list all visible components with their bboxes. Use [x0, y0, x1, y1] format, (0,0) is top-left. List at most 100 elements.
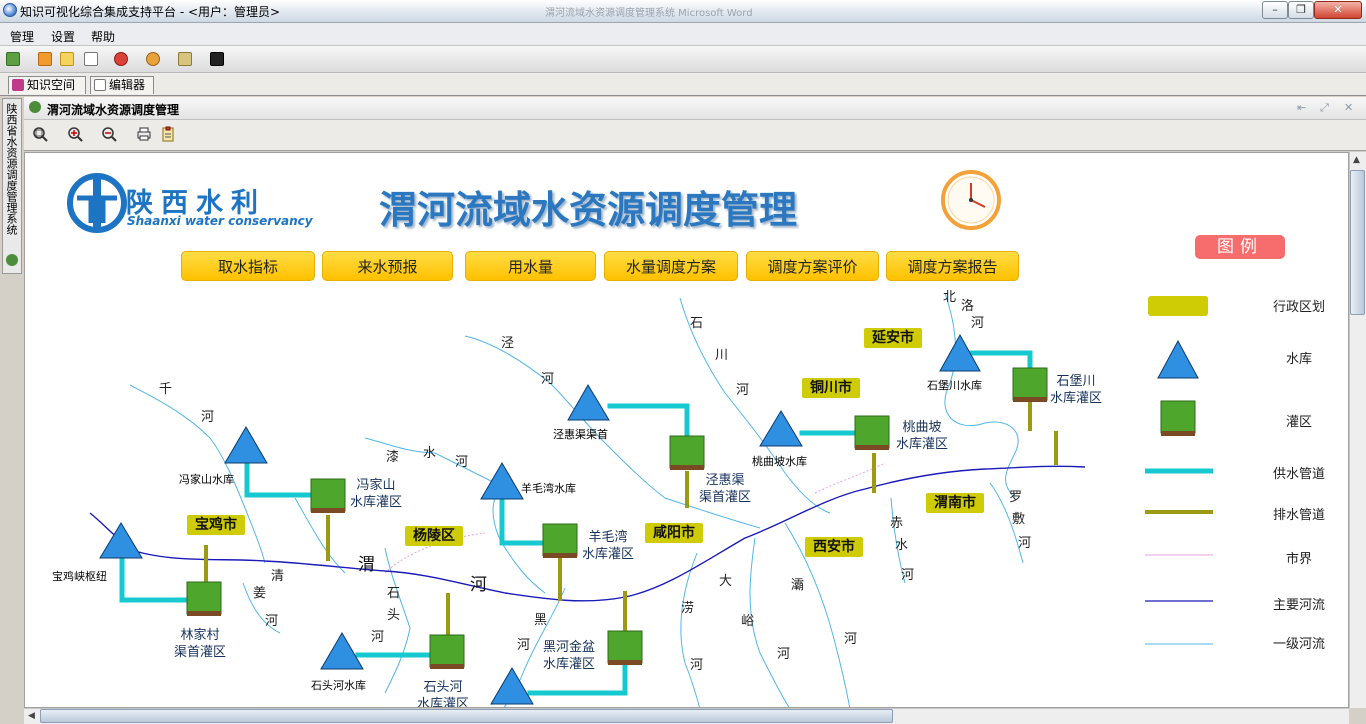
legend-irrigation-swatch	[1160, 400, 1196, 436]
scroll-up-icon[interactable]: ▲	[1353, 155, 1360, 165]
zoom-in-icon[interactable]	[67, 126, 83, 142]
tab-strip	[0, 73, 1366, 96]
legend-label: 灌区	[1286, 415, 1313, 430]
river-label-char: 泾	[501, 336, 515, 351]
nav-intake-quota-button[interactable]: 取水指标	[181, 251, 315, 281]
tab-label: 知识空间	[27, 78, 76, 92]
reservoir-yangmaowan	[480, 462, 524, 500]
nav-inflow-forecast-button[interactable]: 来水预报	[322, 251, 453, 281]
irrigation-jinghuiqu	[669, 435, 705, 470]
legend-label: 一级河流	[1273, 637, 1326, 652]
irrigation-label: 石头河 水库灌区	[417, 680, 470, 708]
irrigation-label: 羊毛湾 水库灌区	[582, 530, 635, 562]
lao-river-line	[680, 552, 700, 707]
menu-settings[interactable]: 设置	[51, 28, 75, 45]
vertical-scroll-thumb[interactable]	[1350, 170, 1365, 315]
main-toolbar	[0, 46, 1366, 73]
river-label-char: 水	[423, 446, 437, 461]
reservoir-label: 冯家山水库	[179, 473, 234, 486]
river-label-char: 河	[541, 372, 555, 387]
irrigation-taoqupo	[854, 415, 890, 450]
river-label-char: 河	[470, 575, 487, 595]
irrigation-label: 桃曲坡 水库灌区	[896, 420, 949, 452]
knowledge-icon	[12, 79, 24, 91]
region-tongchuan[interactable]: 铜川市	[802, 378, 860, 398]
region-yangling[interactable]: 杨陵区	[405, 526, 463, 546]
legend-title: 图例	[1195, 235, 1285, 259]
nav-dispatch-plan-button[interactable]: 水量调度方案	[604, 251, 738, 281]
river-label-char: 峪	[741, 614, 755, 629]
exit-icon[interactable]	[6, 52, 20, 66]
legend-label: 供水管道	[1273, 467, 1326, 482]
user-icon[interactable]	[146, 52, 160, 66]
irrigation-label: 石堡川 水库灌区	[1050, 374, 1103, 406]
legend-label: 行政区划	[1273, 300, 1326, 315]
print-icon[interactable]	[136, 126, 152, 142]
river-label-char: 头	[387, 608, 401, 623]
reservoir-label: 石堡川水库	[927, 379, 982, 392]
irrigation-yangmaowan	[542, 523, 578, 558]
nav-plan-report-button[interactable]: 调度方案报告	[886, 251, 1019, 281]
supply-pipe	[119, 558, 191, 603]
region-xian[interactable]: 西安市	[805, 537, 863, 557]
minimize-button[interactable]: –	[1262, 1, 1288, 19]
river-label-char: 河	[901, 568, 915, 583]
camera-icon[interactable]	[210, 52, 224, 66]
close-panel-icon[interactable]: ✕	[1344, 101, 1353, 114]
tab-editor[interactable]: 编辑器	[90, 76, 154, 94]
zoom-fit-icon[interactable]	[32, 126, 48, 142]
panel-header	[24, 97, 1366, 120]
panel-toolbar	[24, 120, 1366, 151]
irrigation-label: 泾惠渠 渠首灌区	[699, 473, 752, 505]
river-label-char: 水	[895, 538, 909, 553]
river-label-char: 石	[690, 316, 704, 331]
menu-bar	[0, 23, 1366, 46]
irrigation-shibaochuan	[1012, 367, 1048, 402]
scroll-left-icon[interactable]: ◀	[28, 711, 35, 721]
clipboard-icon[interactable]	[160, 126, 176, 142]
menu-manage[interactable]: 管理	[10, 28, 34, 45]
legend-region-swatch	[1148, 296, 1208, 316]
zoom-out-icon[interactable]	[101, 126, 117, 142]
close-button[interactable]: ✕	[1314, 1, 1362, 19]
menu-help[interactable]: 帮助	[91, 28, 115, 45]
logo-subtitle: Shaanxi water conservancy	[127, 214, 313, 228]
river-label-char: 灞	[791, 578, 805, 593]
region-baoji[interactable]: 宝鸡市	[187, 515, 245, 535]
document-icon[interactable]	[84, 52, 98, 66]
reservoir-fengjiashan	[224, 426, 268, 464]
region-yanan[interactable]: 延安市	[864, 328, 922, 348]
page-title: 渭河流域水资源调度管理	[379, 188, 798, 232]
supply-pipe	[499, 495, 548, 546]
clock-icon	[941, 170, 1001, 230]
logo-mark	[67, 173, 127, 233]
region-xianyang[interactable]: 咸阳市	[645, 523, 703, 543]
river-network-map	[67, 170, 1213, 707]
horizontal-scroll-thumb[interactable]	[40, 709, 893, 723]
app-icon[interactable]	[3, 3, 17, 17]
reservoir-label: 泾惠渠渠首	[553, 428, 608, 441]
nav-plan-evaluation-button[interactable]: 调度方案评价	[746, 251, 879, 281]
package-icon[interactable]	[178, 52, 192, 66]
folder-icon[interactable]	[60, 52, 74, 66]
pin-icon[interactable]: ⇤	[1297, 101, 1306, 114]
river-label-char: 敷	[1012, 512, 1026, 527]
legend-reservoir-swatch	[1157, 339, 1199, 379]
maximize-button[interactable]: ❐	[1288, 1, 1314, 19]
river-label-char: 河	[690, 658, 704, 673]
river-label-char: 河	[844, 632, 858, 647]
maximize-panel-icon[interactable]: ⤢	[1320, 101, 1329, 115]
region-weinan[interactable]: 渭南市	[926, 493, 984, 513]
tab-knowledge-space[interactable]: 知识空间	[8, 76, 86, 94]
map-canvas: 陕西水利 Shaanxi water conservancy 渭河流域水资源调度…	[24, 152, 1349, 708]
river-label-char: 大	[719, 574, 733, 589]
river-label-char: 河	[201, 410, 215, 425]
rss-icon[interactable]	[38, 52, 52, 66]
river-label-char: 清	[271, 569, 285, 584]
nav-water-use-button[interactable]: 用水量	[465, 251, 596, 281]
river-label-char: 河	[736, 383, 750, 398]
supply-pipe	[607, 403, 690, 441]
reservoir-jinghuiqu	[567, 384, 610, 421]
stop-icon[interactable]	[114, 52, 128, 66]
side-tab-label: 陕西省水资源调度管理系统	[5, 103, 18, 235]
